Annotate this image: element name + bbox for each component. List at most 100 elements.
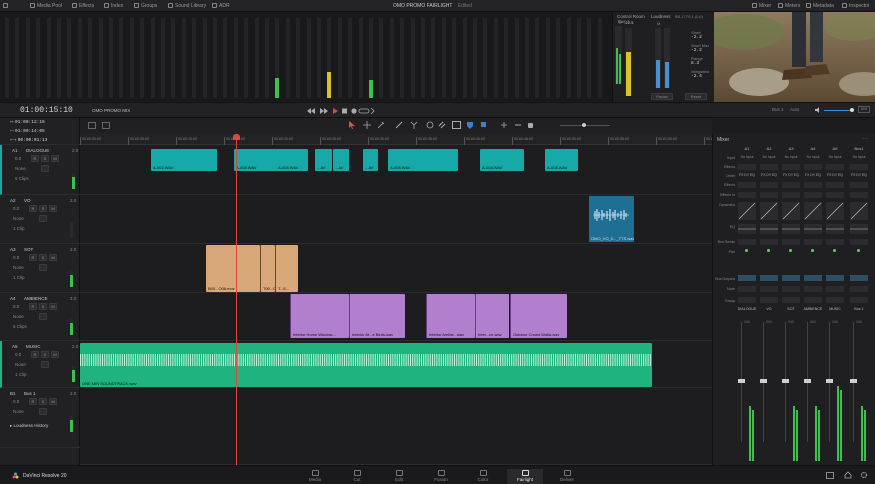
toolbar-sound-library[interactable]: Sound Library — [168, 3, 206, 9]
effects-slot[interactable] — [760, 164, 778, 170]
toolbar-index[interactable]: Index — [104, 3, 123, 9]
audio-clip[interactable]: T...E... — [275, 245, 298, 292]
record-arm-button[interactable]: R — [29, 254, 37, 261]
volume-fader[interactable] — [760, 379, 767, 383]
track-list-icon[interactable] — [102, 122, 110, 129]
bus-sends-slot[interactable] — [826, 239, 844, 245]
eq-graph[interactable] — [850, 224, 868, 234]
speaker-icon[interactable] — [815, 107, 821, 113]
zoom-slider[interactable] — [560, 123, 610, 127]
group-slot[interactable] — [826, 297, 844, 303]
playhead[interactable] — [233, 134, 240, 465]
zoom-stop-icon[interactable] — [528, 123, 533, 128]
volume-fader[interactable] — [782, 379, 789, 383]
eq-graph[interactable] — [826, 224, 844, 234]
track-name[interactable]: AMBIENCE — [24, 296, 48, 301]
audio-clip[interactable]: B00...O08.mov — [206, 245, 260, 292]
record-arm-button[interactable]: R — [29, 398, 37, 405]
track-header-a1[interactable]: A1 DIALOGUE 2.0 0.0 R S M None 6 Clips — [0, 145, 80, 195]
zoom-fit-icon[interactable] — [500, 121, 508, 129]
pan-indicator[interactable] — [789, 249, 792, 252]
track-volume[interactable]: 0.0 — [13, 206, 19, 211]
automation-mode[interactable]: Auto — [790, 107, 799, 112]
solo-button[interactable]: S — [41, 351, 49, 358]
mute-button[interactable]: M — [49, 398, 57, 405]
order-select[interactable]: FX DY EQ — [849, 173, 869, 177]
track-name[interactable]: MUSIC — [26, 344, 41, 349]
home-icon[interactable] — [844, 471, 852, 479]
track-volume[interactable]: 0.0 — [13, 304, 19, 309]
effects-in-slot[interactable] — [738, 192, 756, 198]
group-slot[interactable] — [782, 297, 800, 303]
mute-button[interactable]: M — [49, 205, 57, 212]
input-select[interactable]: No Input — [781, 155, 801, 159]
solo-button[interactable]: S — [39, 303, 47, 310]
mute-toggle[interactable] — [804, 286, 822, 292]
pan-indicator[interactable] — [745, 249, 748, 252]
mute-button[interactable]: M — [51, 155, 59, 162]
mute-toggle[interactable] — [850, 286, 868, 292]
effects-in-slot[interactable] — [826, 192, 844, 198]
order-select[interactable]: FX DY EQ — [825, 173, 845, 177]
razor-icon[interactable] — [426, 121, 434, 129]
toolbar-effects[interactable]: Effects — [72, 3, 94, 9]
loop-button[interactable] — [358, 108, 370, 114]
toolbar-meters[interactable]: Meters — [778, 3, 800, 9]
order-select[interactable]: FX DY EQ — [737, 173, 757, 177]
track-fx-button[interactable] — [41, 361, 49, 368]
track-name[interactable]: VO — [24, 198, 31, 203]
page-tab-color[interactable]: Color — [465, 469, 501, 484]
track-fx-button[interactable] — [39, 215, 47, 222]
page-tab-media[interactable]: Media — [297, 469, 333, 484]
track-routing[interactable]: None — [13, 314, 24, 319]
effects-insert[interactable] — [782, 182, 800, 188]
solo-button[interactable]: S — [39, 205, 47, 212]
more-options-icon[interactable]: ··· — [863, 136, 868, 142]
track-name[interactable]: SOT — [24, 247, 33, 252]
settings-gear-icon[interactable] — [860, 471, 868, 479]
track-volume[interactable]: 0.0 — [13, 399, 19, 404]
audio-clip[interactable]: A-008.WAV — [545, 149, 578, 171]
mixer-channel-strip[interactable]: Bus1 No Input FX DY EQ Bus 1 0.0 — [849, 144, 869, 462]
timeline-ruler[interactable]: 01:00:00:0001:00:05:0001:00:10:0001:00:1… — [80, 134, 725, 145]
track-fx-button[interactable] — [41, 165, 49, 172]
page-tab-cut[interactable]: Cut — [339, 469, 375, 484]
pan-indicator[interactable] — [767, 249, 770, 252]
bus-output-select[interactable] — [804, 275, 822, 281]
mixer-channel-strip[interactable]: A2 No Input FX DY EQ VO 0.0 — [759, 144, 779, 462]
track-routing[interactable]: None — [15, 362, 26, 367]
solo-button[interactable]: S — [39, 254, 47, 261]
input-select[interactable]: No Input — [825, 155, 845, 159]
page-tab-fusion[interactable]: Fusion — [423, 469, 459, 484]
bus-output-select[interactable]: Bus 1 — [772, 107, 784, 112]
video-track-icon[interactable] — [452, 121, 461, 129]
audio-clip[interactable]: Interior At...e Birds.wav — [349, 294, 405, 338]
bus-output-select[interactable] — [850, 275, 868, 281]
effects-insert[interactable] — [850, 182, 868, 188]
audio-clip[interactable]: A-008.WAV — [388, 149, 458, 171]
toolbar-groups[interactable]: Groups — [134, 3, 157, 9]
effects-in-slot[interactable] — [782, 192, 800, 198]
effects-in-slot[interactable] — [760, 192, 778, 198]
effects-slot[interactable] — [850, 164, 868, 170]
track-header-a3[interactable]: A3 SOT 2.0 0.0 R S M None 1 Clip — [0, 244, 80, 293]
page-tab-edit[interactable]: Edit — [381, 469, 417, 484]
effects-slot[interactable] — [804, 164, 822, 170]
video-viewer[interactable] — [714, 12, 875, 102]
page-tab-fairlight[interactable]: Fairlight — [507, 469, 543, 484]
mute-toggle[interactable] — [738, 286, 756, 292]
timeline-lanes[interactable]: A-002.WAV A-008.WAV A-008.WAV ...AV ...AV...… — [80, 145, 712, 465]
track-routing[interactable]: None — [13, 409, 24, 414]
mute-toggle[interactable] — [782, 286, 800, 292]
effects-slot[interactable] — [782, 164, 800, 170]
eq-graph[interactable] — [782, 224, 800, 234]
eq-graph[interactable] — [760, 224, 778, 234]
loudness-history-toggle[interactable]: ▸ Loudness History — [10, 423, 48, 429]
page-tab-deliver[interactable]: Deliver — [549, 469, 585, 484]
toolbar-metadata[interactable]: Metadata — [806, 3, 834, 9]
pen-tool-icon[interactable] — [395, 121, 403, 129]
mute-button[interactable]: M — [51, 351, 59, 358]
solo-button[interactable]: S — [39, 398, 47, 405]
record-arm-button[interactable]: R — [31, 155, 39, 162]
order-select[interactable]: FX DY EQ — [759, 173, 779, 177]
